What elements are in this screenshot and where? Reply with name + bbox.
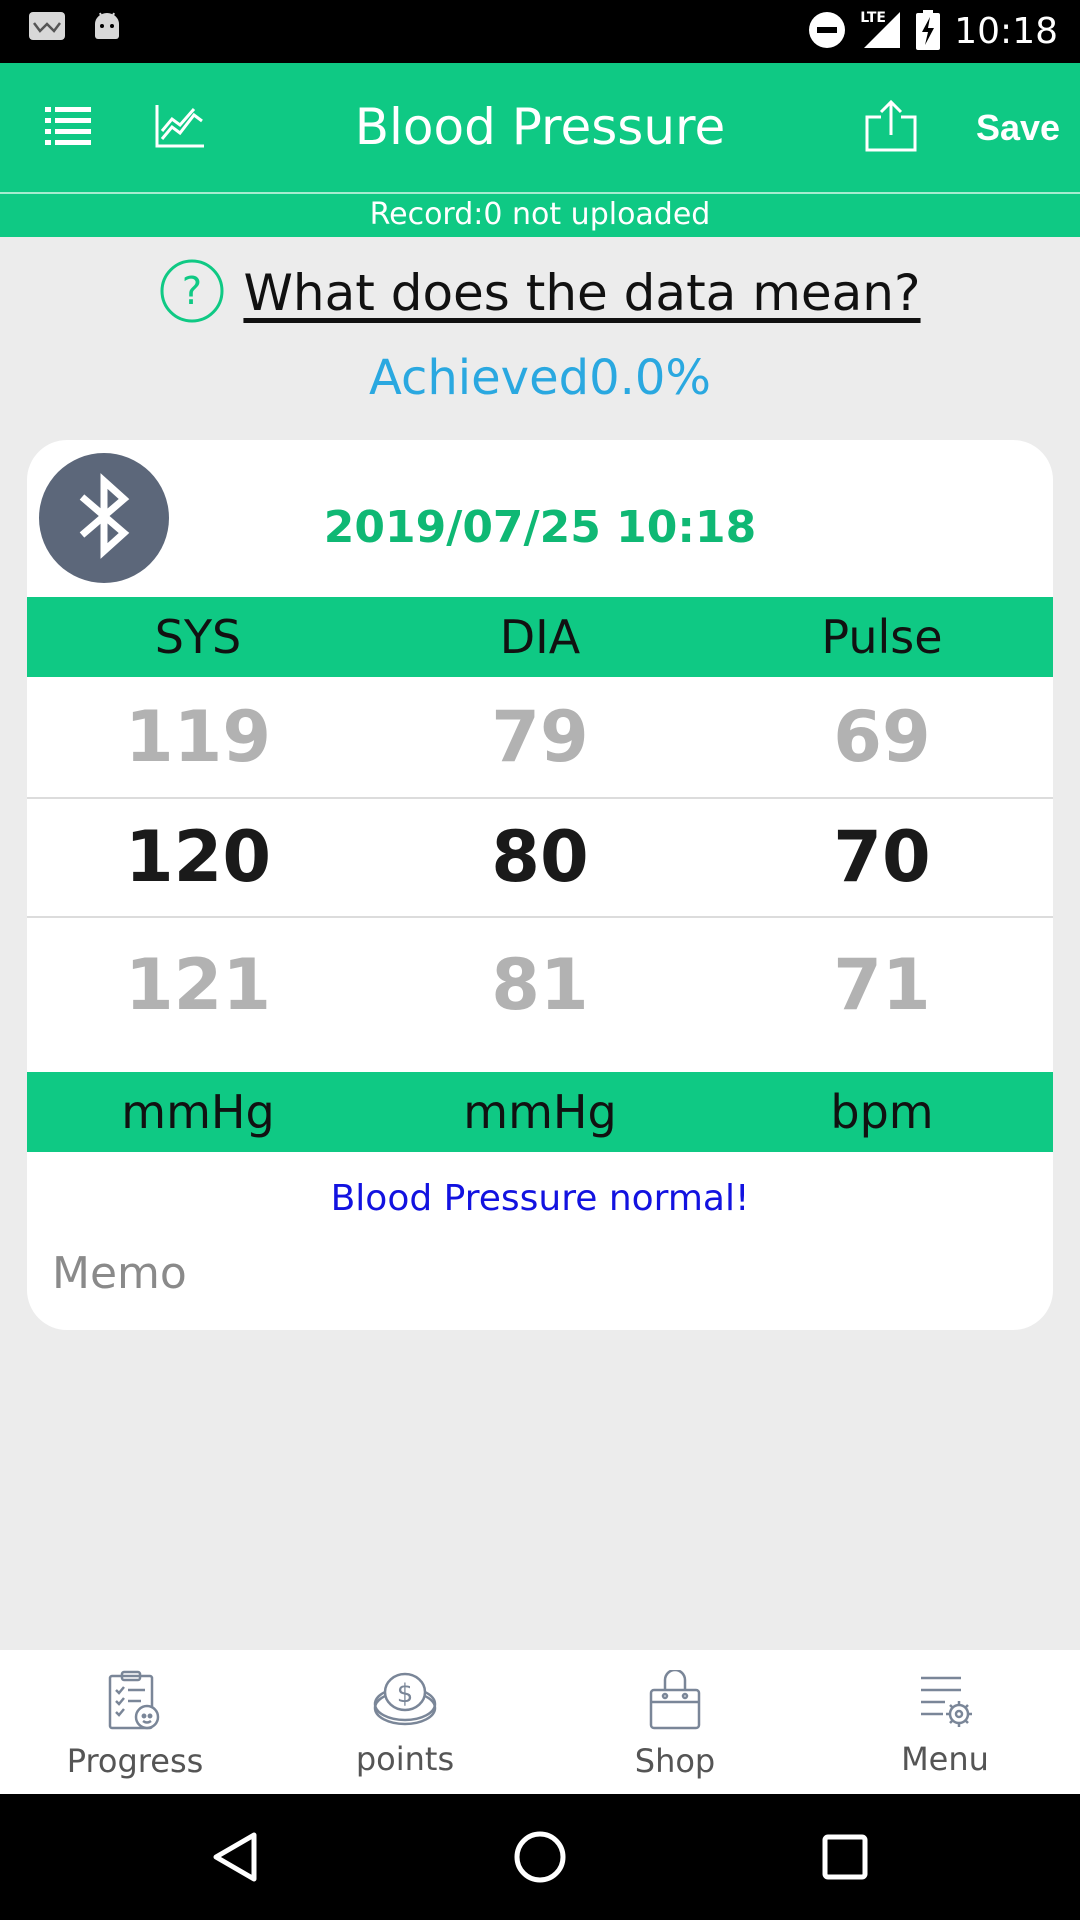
home-button[interactable] [505, 1824, 575, 1894]
picker-row-next[interactable]: 121 81 71 [27, 918, 1053, 1072]
header-sys: SYS [154, 610, 242, 664]
dia-prev-value[interactable]: 79 [369, 677, 711, 797]
dia-next-value[interactable]: 81 [369, 918, 711, 1072]
network-type: LTE [860, 9, 886, 26]
do-not-disturb-icon [808, 11, 846, 53]
coins-icon: $ [372, 1670, 438, 1734]
list-button[interactable] [28, 63, 108, 192]
picker-row-previous[interactable]: 119 79 69 [27, 677, 1053, 797]
sys-prev-value[interactable]: 119 [27, 677, 369, 797]
unit-row: mmHg mmHg bpm [27, 1072, 1053, 1152]
bottom-nav: Progress $ points Shop Menu [0, 1650, 1080, 1794]
clock: 10:18 [954, 11, 1058, 52]
sys-value[interactable]: 120 [27, 799, 369, 916]
pulse-prev-value[interactable]: 69 [711, 677, 1053, 797]
status-bar: LTE 10:18 [0, 0, 1080, 63]
nav-label-shop: Shop [634, 1742, 716, 1780]
header-dia: DIA [499, 610, 581, 664]
svg-text:?: ? [182, 269, 202, 313]
nav-label-menu: Menu [901, 1740, 989, 1778]
memo-field[interactable]: Memo [52, 1248, 187, 1299]
battery-charging-icon [916, 9, 941, 54]
nav-label-progress: Progress [66, 1742, 204, 1780]
save-button[interactable]: Save [958, 63, 1078, 192]
progress-clipboard-icon [105, 1670, 165, 1736]
notification-app-icon [28, 11, 66, 45]
list-icon [43, 104, 93, 152]
unit-sys: mmHg [121, 1085, 275, 1139]
recents-button[interactable] [810, 1824, 880, 1894]
back-button[interactable] [200, 1824, 270, 1894]
recents-square-icon [821, 1833, 869, 1885]
signal-icon: LTE [860, 10, 902, 54]
share-upload-icon [863, 99, 919, 157]
home-circle-icon [513, 1830, 567, 1888]
chart-icon [154, 103, 206, 153]
reading-card: 2019/07/25 10:18 SYS DIA Pulse 119 79 69… [27, 440, 1053, 1330]
sys-next-value[interactable]: 121 [27, 918, 369, 1072]
pulse-next-value[interactable]: 71 [711, 918, 1053, 1072]
menu-settings-icon [915, 1670, 975, 1734]
blood-pressure-status: Blood Pressure normal! [330, 1178, 750, 1219]
help-link[interactable]: What does the data mean? [243, 264, 920, 322]
unit-pulse: bpm [830, 1085, 934, 1139]
nav-item-shop[interactable]: Shop [540, 1650, 810, 1794]
unit-dia: mmHg [463, 1085, 617, 1139]
header-pulse: Pulse [821, 610, 943, 664]
system-nav-bar [0, 1794, 1080, 1920]
shopping-bag-icon [647, 1668, 703, 1736]
back-triangle-icon [210, 1831, 260, 1887]
chart-button[interactable] [140, 63, 220, 192]
app-bar: Blood Pressure Save [0, 63, 1080, 192]
nav-item-points[interactable]: $ points [270, 1650, 540, 1794]
android-icon [92, 10, 122, 46]
svg-text:$: $ [397, 1679, 414, 1709]
nav-item-progress[interactable]: Progress [0, 1650, 270, 1794]
reading-datetime[interactable]: 2019/07/25 10:18 [27, 502, 1053, 553]
upload-status: Record:0 not uploaded [0, 192, 1080, 237]
column-headers: SYS DIA Pulse [27, 597, 1053, 677]
picker-row-selected[interactable]: 120 80 70 [27, 799, 1053, 916]
nav-item-menu[interactable]: Menu [810, 1650, 1080, 1794]
pulse-value[interactable]: 70 [711, 799, 1053, 916]
help-row[interactable]: ? What does the data mean? [0, 258, 1080, 328]
share-button[interactable] [856, 63, 926, 192]
achieved-percentage: Achieved0.0% [368, 350, 712, 406]
question-circle-icon: ? [159, 258, 225, 328]
dia-value[interactable]: 80 [369, 799, 711, 916]
nav-label-points: points [355, 1740, 455, 1778]
